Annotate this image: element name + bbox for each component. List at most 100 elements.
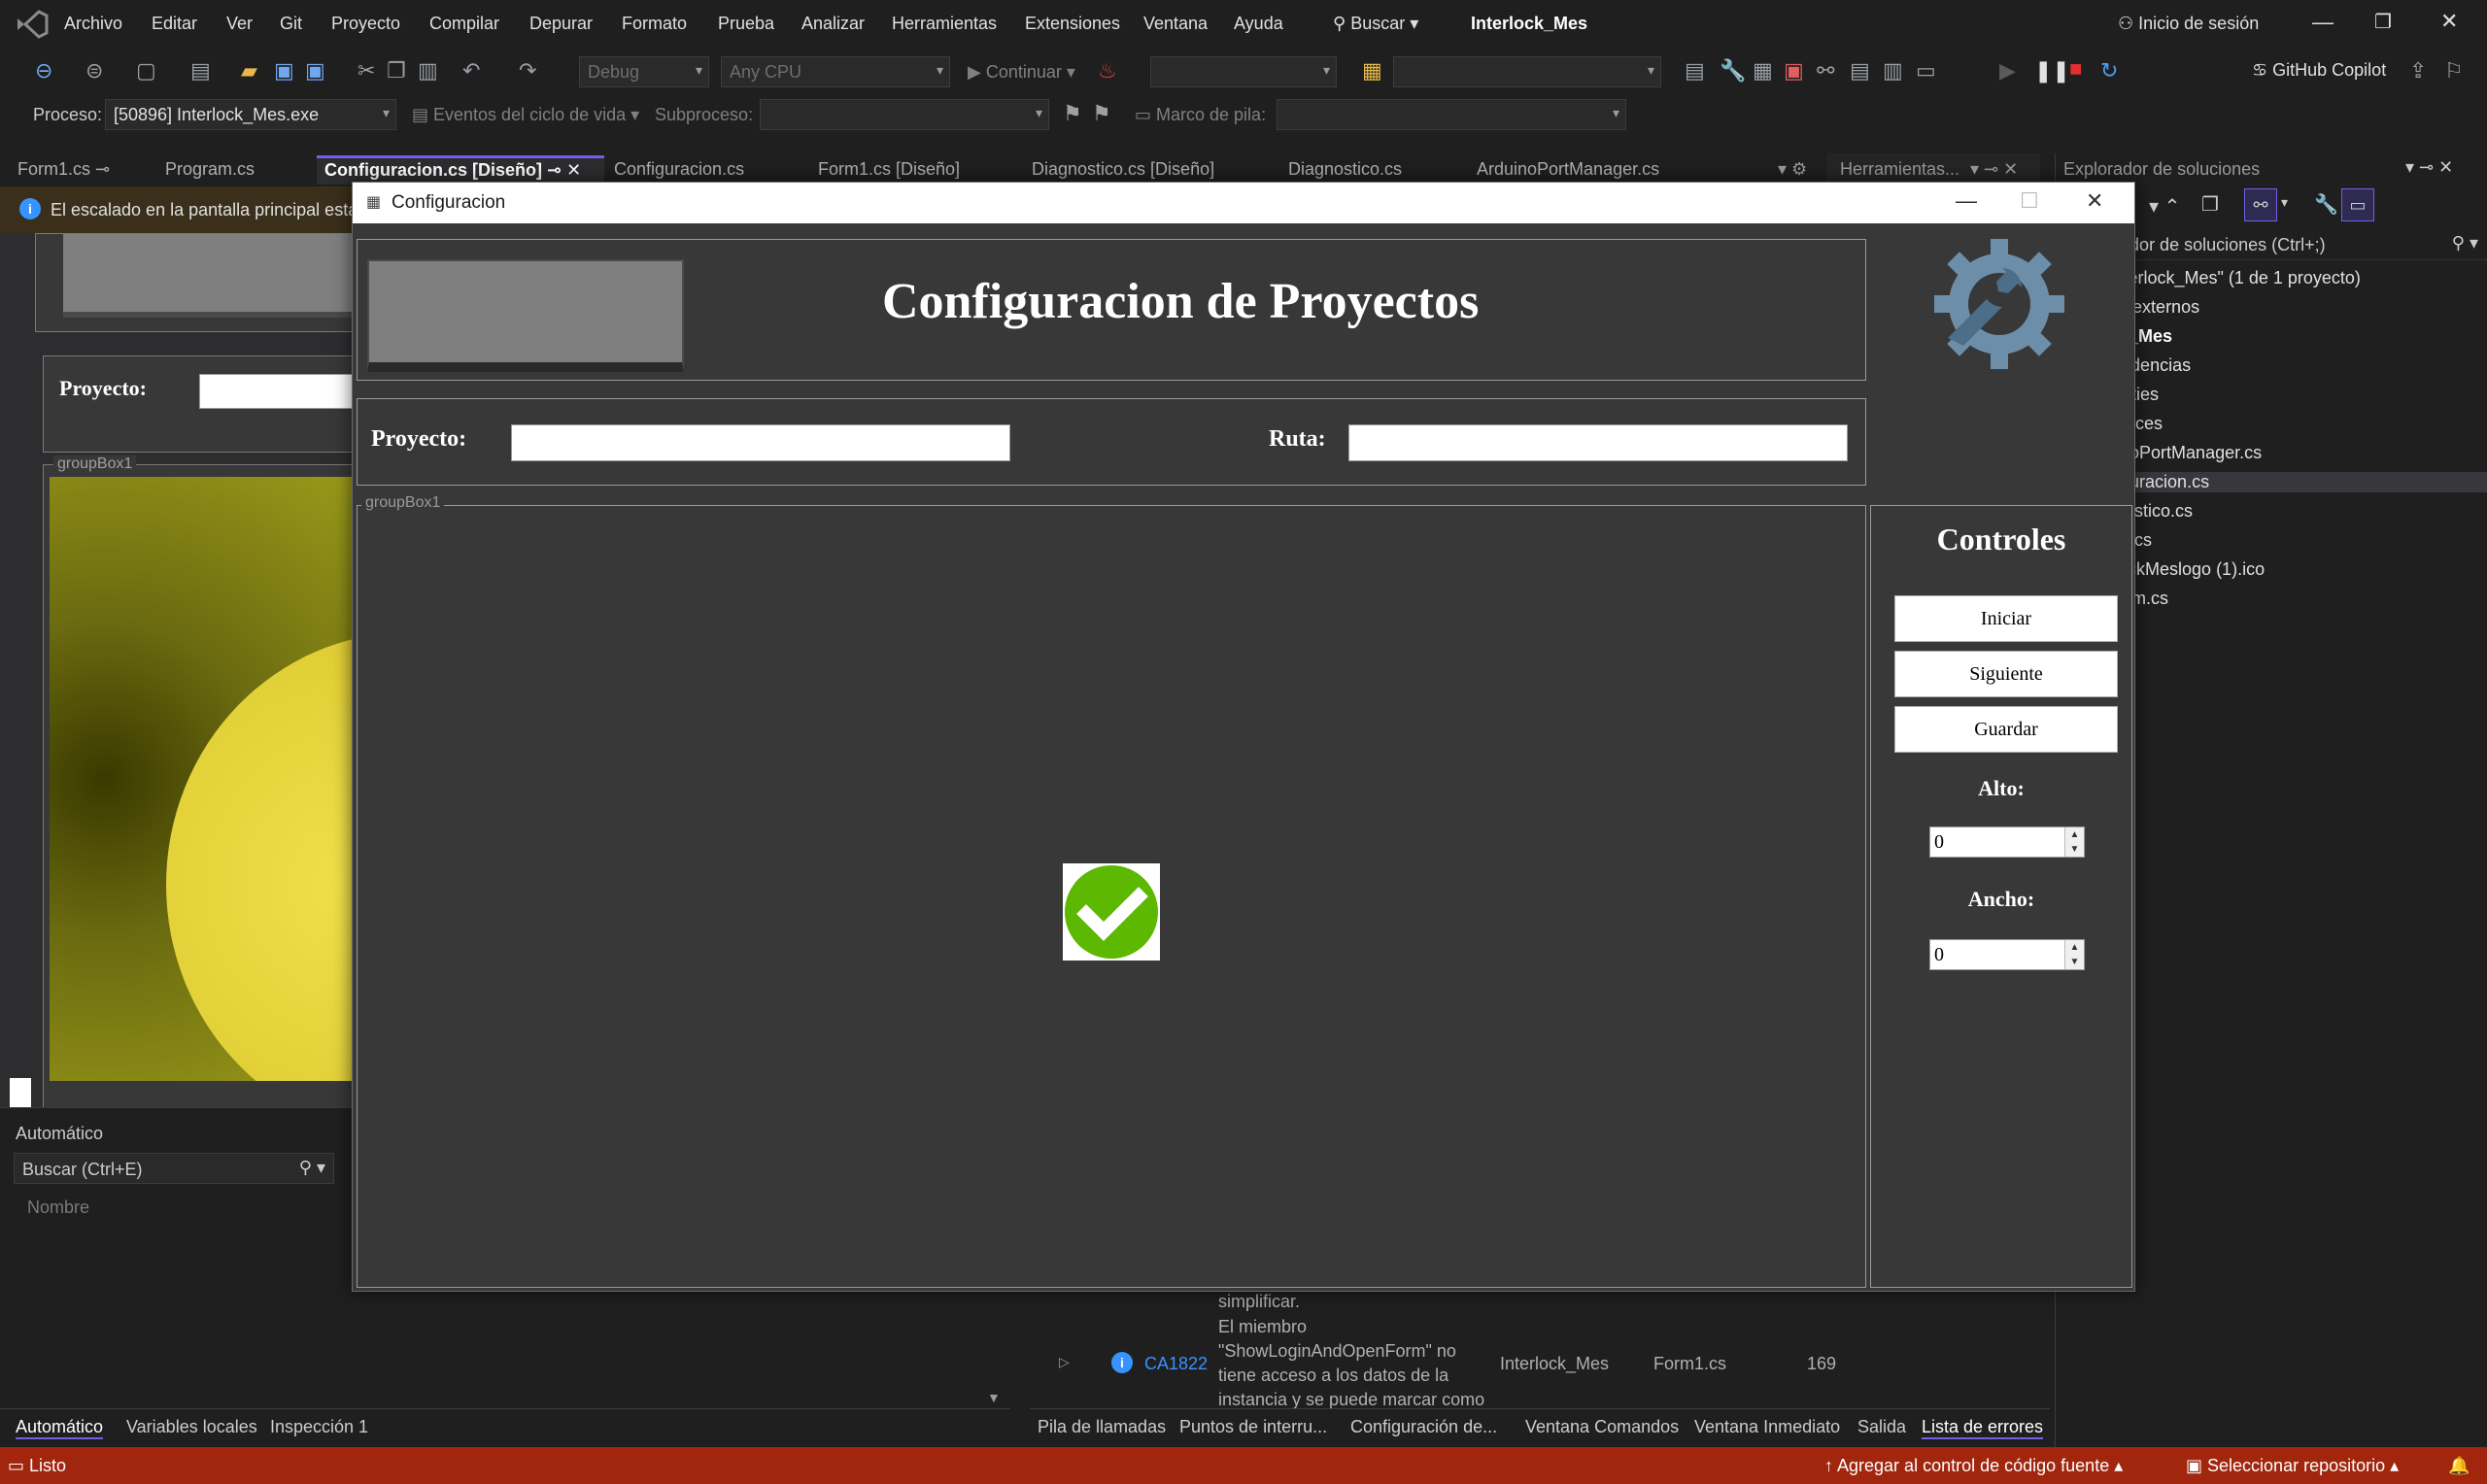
tool5-icon[interactable]: ⚯	[1817, 58, 1834, 84]
wrench-icon[interactable]: 🔧	[1720, 58, 1746, 84]
menu-herramientas[interactable]: Herramientas	[892, 14, 997, 34]
minimize-button[interactable]: —	[2312, 10, 2334, 35]
search-icon[interactable]: ⚲ ▾	[2452, 233, 2478, 253]
share-icon[interactable]: ⇪	[2409, 58, 2427, 84]
select-repo-button[interactable]: ▣ Seleccionar repositorio ▴	[2186, 1456, 2399, 1476]
tab-configuracion-cs[interactable]: Configuracion.cs	[606, 155, 752, 185]
panel-controls[interactable]: ▾ ⊸ ✕	[2405, 157, 2453, 178]
bg-proyecto-input[interactable]	[199, 374, 364, 409]
tab-breakpoints[interactable]: Puntos de interru...	[1179, 1417, 1327, 1437]
bg-selection-handle[interactable]	[10, 1078, 31, 1107]
menu-analizar[interactable]: Analizar	[801, 14, 865, 34]
copy-icon[interactable]: ❐	[387, 58, 406, 84]
close-tab-icon[interactable]: ✕	[566, 160, 581, 180]
dialog-maximize-button[interactable]: ☐	[2020, 188, 2039, 214]
tool3-icon[interactable]: ▦	[1753, 58, 1773, 84]
toolbox-controls[interactable]: ▾ ⊸ ✕	[1962, 155, 2026, 185]
tool8-icon[interactable]: ▭	[1916, 58, 1936, 84]
preview-icon[interactable]: ▭	[2341, 188, 2374, 221]
undo-icon[interactable]: ↶	[462, 58, 480, 84]
autos-search[interactable]: Buscar (Ctrl+E) ⚲ ▾	[14, 1153, 334, 1184]
dialog-title-bar[interactable]: ▦ Configuracion — ☐ ✕	[353, 183, 2134, 223]
save-icon[interactable]: ▣	[274, 58, 294, 84]
tab-command-window[interactable]: Ventana Comandos	[1525, 1417, 1679, 1437]
forward-icon[interactable]: ⊜	[85, 58, 103, 84]
feedback-icon[interactable]: ⚐	[2444, 58, 2464, 84]
cut-icon[interactable]: ✂	[358, 58, 375, 84]
alto-up-button[interactable]: ▲	[2064, 827, 2084, 842]
toolbox-icon[interactable]: ▣	[1784, 58, 1804, 84]
hot-reload-icon[interactable]: ♨	[1098, 58, 1117, 84]
tab-diagnostico-cs[interactable]: Diagnostico.cs	[1280, 155, 1410, 185]
pause-icon[interactable]: ❚❚	[2034, 58, 2070, 84]
startup-item-combo[interactable]	[1393, 56, 1661, 87]
close-button[interactable]: ✕	[2440, 9, 2458, 34]
tab-form1-design[interactable]: Form1.cs [Diseño]	[810, 155, 968, 185]
dialog-close-button[interactable]: ✕	[2086, 188, 2103, 214]
alto-numeric[interactable]: 0 ▲ ▼	[1929, 826, 2085, 858]
collapse-icon[interactable]: ▾ ⌃	[2149, 194, 2180, 219]
process-combo[interactable]: [50896] Interlock_Mes.exe	[105, 99, 396, 130]
paste-icon[interactable]: ▥	[418, 58, 438, 84]
search-icon[interactable]: ⚲ ▾	[299, 1158, 325, 1178]
redo-icon[interactable]: ↷	[519, 58, 536, 84]
notifications-icon[interactable]: 🔔	[2448, 1456, 2470, 1476]
restart-icon[interactable]: ↻	[2100, 58, 2118, 84]
browse-icon[interactable]: ▦	[1362, 58, 1382, 84]
tab-overflow[interactable]: ▾ ⚙	[1770, 155, 1815, 185]
iniciar-button[interactable]: Iniciar	[1894, 595, 2118, 642]
tab-output[interactable]: Salida	[1857, 1417, 1906, 1437]
continue-button[interactable]: ▶ Continuar ▾	[968, 62, 1075, 83]
thread-combo[interactable]	[760, 99, 1049, 130]
tab-watch[interactable]: Inspección 1	[270, 1417, 368, 1437]
menu-archivo[interactable]: Archivo	[64, 14, 122, 34]
open-folder-icon[interactable]: ▰	[241, 58, 257, 84]
platform-combo[interactable]: Any CPU	[721, 56, 950, 87]
back-icon[interactable]: ⊖	[35, 58, 52, 84]
tab-arduino-cs[interactable]: ArduinoPortManager.cs	[1469, 155, 1667, 185]
config-combo[interactable]: Debug	[579, 56, 709, 87]
tab-configuracion-design[interactable]: Configuracion.cs [Diseño] ⊸ ✕	[317, 155, 604, 185]
pending-changes-icon[interactable]: ⚯	[2244, 188, 2277, 221]
tab-locals[interactable]: Variables locales	[126, 1417, 257, 1437]
error-code[interactable]: CA1822	[1144, 1354, 1208, 1374]
menu-ayuda[interactable]: Ayuda	[1234, 14, 1283, 34]
tool7-icon[interactable]: ▥	[1883, 58, 1903, 84]
menu-prueba[interactable]: Prueba	[718, 14, 774, 34]
restore-button[interactable]: ❐	[2374, 10, 2392, 34]
sign-in-button[interactable]: ⚇ Inicio de sesión	[2118, 14, 2259, 34]
menu-editar[interactable]: Editar	[152, 14, 197, 34]
debug-target-combo[interactable]	[1150, 56, 1337, 87]
alto-down-button[interactable]: ▼	[2064, 842, 2084, 857]
search-button[interactable]: ⚲ Buscar ▾	[1333, 14, 1418, 34]
properties-icon[interactable]: 🔧	[2314, 192, 2338, 217]
menu-proyecto[interactable]: Proyecto	[331, 14, 400, 34]
error-row[interactable]: ▷ i CA1822 El miembro "ShowLoginAndOpenF…	[1030, 1315, 2050, 1409]
ancho-down-button[interactable]: ▼	[2064, 955, 2084, 969]
pin-icon[interactable]: ⊸	[95, 159, 110, 179]
menu-depurar[interactable]: Depurar	[529, 14, 593, 34]
tab-program-cs[interactable]: Program.cs	[157, 155, 262, 185]
menu-ventana[interactable]: Ventana	[1143, 14, 1208, 34]
tool1-icon[interactable]: ▤	[1685, 58, 1705, 84]
stack-frame-combo[interactable]	[1277, 99, 1626, 130]
menu-git[interactable]: Git	[280, 14, 302, 34]
expand-icon[interactable]: ▷	[1059, 1354, 1070, 1370]
new-item-icon[interactable]: ▢	[136, 58, 156, 84]
tab-exception-settings[interactable]: Configuración de...	[1350, 1417, 1497, 1437]
add-item-icon[interactable]: ▤	[190, 58, 211, 84]
menu-formato[interactable]: Formato	[622, 14, 687, 34]
flag-icon[interactable]: ⚑	[1063, 101, 1082, 126]
save-all-icon[interactable]: ▣	[305, 58, 325, 84]
menu-extensiones[interactable]: Extensiones	[1025, 14, 1120, 34]
dialog-minimize-button[interactable]: —	[1956, 188, 1977, 214]
scroll-down-icon[interactable]: ▼	[987, 1390, 1001, 1405]
tab-autos[interactable]: Automático	[16, 1417, 104, 1439]
sync-icon[interactable]: ❐	[2201, 192, 2219, 217]
flag-all-icon[interactable]: ⚑	[1092, 101, 1111, 126]
ancho-up-button[interactable]: ▲	[2064, 940, 2084, 955]
toolbox-tab[interactable]: Herramientas... ▾ ⊸ ✕	[1826, 153, 2040, 185]
guardar-button[interactable]: Guardar	[1894, 706, 2118, 753]
dropdown-icon[interactable]: ▾	[2281, 194, 2288, 211]
ancho-numeric[interactable]: 0 ▲ ▼	[1929, 939, 2085, 970]
